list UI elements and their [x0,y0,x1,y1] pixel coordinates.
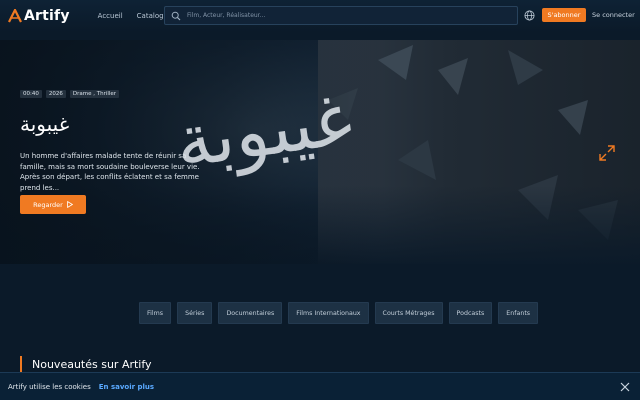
cookie-banner: Artify utilise les cookies En savoir plu… [0,372,640,400]
search-bar[interactable] [164,6,518,25]
watch-button[interactable]: Regarder [20,195,86,214]
play-icon [67,201,73,208]
hero-badges: 00:40 2026 Drame , Thriller [20,90,120,98]
section-accent-bar [20,356,22,372]
hero-banner: غيبوبة 00:40 2026 Drame , Thriller غيبوب… [0,40,640,264]
category-kids[interactable]: Enfants [498,302,539,324]
artify-logo-icon [8,9,22,23]
search-icon [171,11,181,20]
category-short-films[interactable]: Courts Métrages [374,302,443,324]
hero-synopsis: Un homme d'affaires malade tente de réun… [20,152,200,192]
genre-badge: Drame , Thriller [69,90,120,98]
category-series[interactable]: Séries [177,302,213,324]
category-filter-bar: Films Séries Documentaires Films Interna… [139,302,539,324]
logo-text: Artify [24,8,70,24]
year-badge: 2026 [45,90,66,98]
section-title: Nouveautés sur Artify [32,357,152,371]
watch-button-label: Regarder [33,200,63,209]
language-globe-icon[interactable] [524,10,535,21]
new-releases-section-heading: Nouveautés sur Artify [20,356,152,372]
category-podcasts[interactable]: Podcasts [448,302,493,324]
search-input[interactable] [187,12,487,19]
login-link[interactable]: Se connecter [592,11,635,19]
category-documentaries[interactable]: Documentaires [218,302,283,324]
category-films[interactable]: Films [139,302,172,324]
close-icon[interactable] [620,382,630,392]
main-nav: Accueil Catalogue [98,12,173,20]
cookie-learn-more-link[interactable]: En savoir plus [99,383,154,391]
title-logo: غيبوبة [20,112,70,136]
brand-logo[interactable]: Artify [8,8,70,24]
expand-icon[interactable] [598,144,616,162]
nav-home-link[interactable]: Accueil [98,12,123,20]
duration-badge: 00:40 [20,90,42,98]
subscribe-button[interactable]: S'abonner [542,8,586,22]
cookie-message: Artify utilise les cookies [8,382,91,391]
category-international-films[interactable]: Films Internationaux [288,302,369,324]
